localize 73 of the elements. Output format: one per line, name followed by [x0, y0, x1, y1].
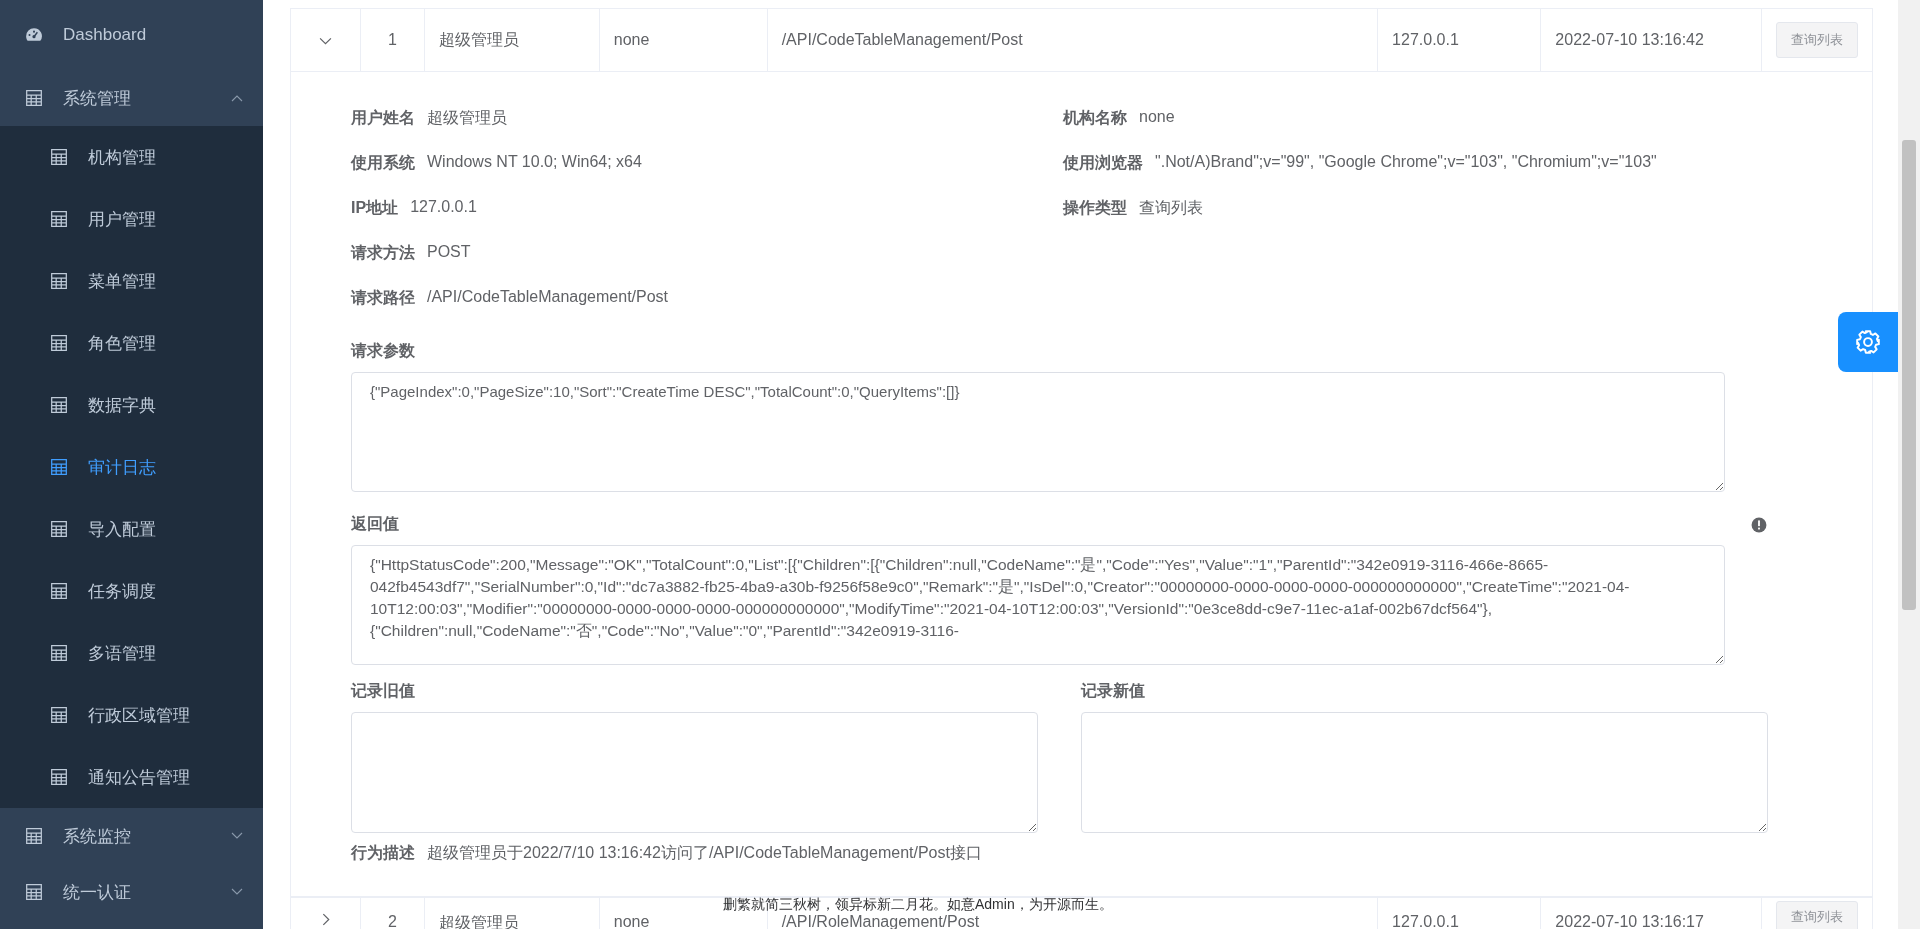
field-label: 机构名称 — [1063, 108, 1127, 128]
field-label: 返回值 — [351, 514, 399, 534]
field-value: 查询列表 — [1139, 198, 1203, 218]
field-label: 记录旧值 — [351, 681, 415, 701]
field-label: 行为描述 — [351, 843, 415, 863]
footer-text: 删繁就简三秋树，领异标新二月花。如意Admin，为开源而生。 — [723, 896, 1113, 912]
field-value: Windows NT 10.0; Win64; x64 — [427, 153, 642, 171]
submenu-item[interactable]: 导入配置 — [0, 498, 263, 560]
table-cell-text: 超级管理员 — [439, 29, 520, 50]
submenu-item[interactable]: 行政区域管理 — [0, 684, 263, 746]
submenu-item[interactable]: 多语管理 — [0, 622, 263, 684]
field-label: 记录新值 — [1081, 681, 1145, 701]
field-value: /API/CodeTableManagement/Post — [427, 288, 669, 306]
field-value: 127.0.0.1 — [410, 198, 477, 216]
old-value-field[interactable] — [351, 712, 1038, 833]
grid-icon — [50, 520, 68, 538]
request-params-field[interactable]: {"PageIndex":0,"PageSize":10,"Sort":"CreateTime DESC","TotalCount":0,"QueryItems":[]} — [351, 372, 1725, 492]
info-icon — [1751, 516, 1767, 533]
field-value: ".Not/A)Brand";v="99", "Google Chrome";v="103", "Chromium";v="103" — [1155, 153, 1657, 171]
field-value: none — [1139, 108, 1175, 126]
field-label: 使用系统 — [351, 153, 415, 173]
grid-icon — [50, 768, 68, 786]
settings-icon — [1855, 329, 1881, 355]
submenu-item[interactable]: 审计日志 — [0, 436, 263, 498]
new-value-field[interactable] — [1081, 712, 1768, 833]
table-cell: none — [613, 31, 650, 49]
submenu-item[interactable]: 数据字典 — [0, 374, 263, 436]
table-cell: 2022-07-10 13:16:17 — [1555, 913, 1704, 929]
grid-icon — [50, 458, 68, 476]
chevron-down-icon — [231, 888, 243, 896]
table-cell: /API/CodeTableManagement/Post — [781, 31, 1023, 49]
field-label: 使用浏览器 — [1063, 153, 1143, 173]
submenu-item[interactable]: 任务调度 — [0, 560, 263, 622]
field-label: IP地址 — [351, 198, 399, 218]
field-label: 用户姓名 — [351, 108, 415, 128]
table-cell: none — [613, 913, 650, 929]
field-label: 操作类型 — [1063, 198, 1127, 218]
submenu-item[interactable]: 菜单管理 — [0, 250, 263, 312]
grid-icon — [50, 706, 68, 724]
menu-item[interactable]: 系统监控 — [0, 808, 263, 864]
grid-icon — [50, 272, 68, 290]
field-label: 请求参数 — [351, 341, 415, 361]
table-cell: 1 — [388, 31, 397, 49]
field-value: 超级管理员 — [427, 108, 507, 128]
grid-icon — [25, 883, 43, 901]
field-value: POST — [427, 243, 471, 261]
table-cell: 2022-07-10 13:16:42 — [1555, 31, 1704, 49]
menu-item[interactable]: 统一认证 — [0, 864, 263, 920]
grid-icon — [25, 827, 43, 845]
field-label: 请求路径 — [351, 288, 415, 308]
grid-icon — [25, 89, 43, 107]
grid-icon — [50, 396, 68, 414]
submenu-item[interactable]: 用户管理 — [0, 188, 263, 250]
field-label: 请求方法 — [351, 243, 415, 263]
table-cell: 127.0.0.1 — [1392, 31, 1459, 49]
grid-icon — [50, 210, 68, 228]
submenu-item[interactable]: 角色管理 — [0, 312, 263, 374]
chevron-down-icon — [231, 832, 243, 840]
settings-button[interactable] — [1838, 312, 1898, 372]
field-value: 超级管理员于2022/7/10 13:16:42访问了/API/CodeTableManagement/Post接口 — [427, 843, 982, 863]
grid-icon — [50, 582, 68, 600]
grid-icon — [50, 148, 68, 166]
grid-icon — [50, 644, 68, 662]
table-cell: 127.0.0.1 — [1392, 913, 1459, 929]
chevron-up-icon — [231, 94, 243, 102]
grid-icon — [50, 334, 68, 352]
submenu-item[interactable]: 机构管理 — [0, 126, 263, 188]
menu-item[interactable]: Dashboard — [0, 0, 263, 70]
menu-item[interactable]: 系统管理 — [0, 70, 263, 126]
table-cell: 2 — [388, 913, 397, 929]
submenu-item[interactable]: 通知公告管理 — [0, 746, 263, 808]
response-field[interactable]: {"HttpStatusCode":200,"Message":"OK","TotalCount":0,"List":[{"Children":[{"Children":null,"CodeName":"是","Code":"Yes","Value":"1","ParentId":"342e0919-3116-466e-8665-042fb4543df7","SerialNumber":0,"Id":"dc7a3882-fb25-4ba9-a30b-f9256f58e9c0","Remark":"是","IsDel":0,"Creator":"00000000-0000-0000-0000-000000000000","CreateTime":"2021-04-10T12:00:03","Modifier":"00000000-0000-0000-0000-000000000000","ModifyTime":"2021-04-10T12:00:03","VersionId":"0e3ce8dd-c9e7-11ec-a1af-002b67dcf564"},{"Children":null,"CodeName":"否","Code":"No","Value":"0","ParentId":"342e0919-3116- — [351, 545, 1725, 665]
dashboard-icon — [25, 26, 43, 44]
